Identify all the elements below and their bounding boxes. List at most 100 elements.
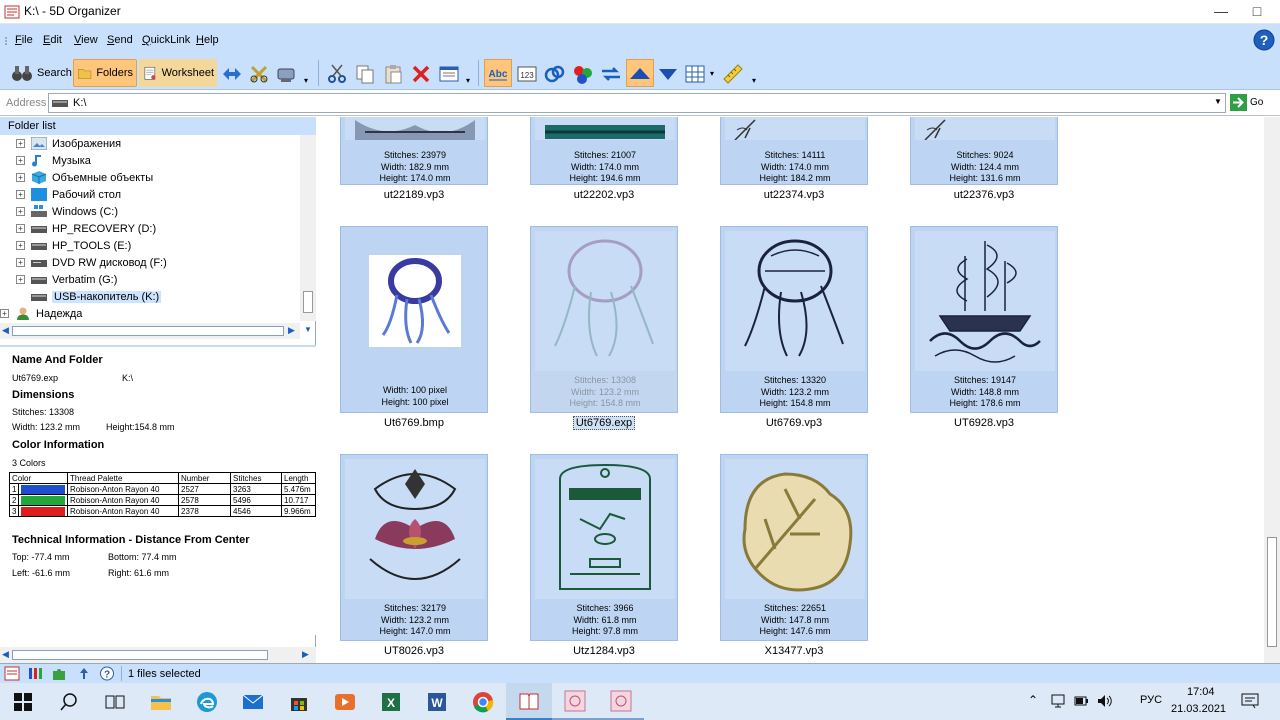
scroll-thumb[interactable] xyxy=(303,291,313,313)
taskbar-app[interactable] xyxy=(184,683,230,720)
file-thumbnail[interactable]: Stitches: 19147 Width: 148.8 mm Height: 17… xyxy=(910,226,1058,413)
file-thumbnail[interactable]: Stitches: 23979 Width: 182.9 mm Height: 17… xyxy=(340,117,488,185)
show-names-button[interactable]: Abc xyxy=(484,59,512,87)
thread-spools-icon[interactable] xyxy=(27,666,43,681)
worksheet-button[interactable]: Worksheet xyxy=(139,59,217,87)
address-dropdown-icon[interactable]: ▼ xyxy=(1214,97,1222,106)
scroll-down-icon[interactable]: ▼ xyxy=(304,325,312,334)
folders-button[interactable]: Folders xyxy=(73,59,137,87)
menu-send[interactable]: Send xyxy=(107,34,133,46)
folder-tree-hscroll[interactable]: ◀ ▶ xyxy=(0,323,300,339)
maximize-button[interactable]: □ xyxy=(1234,0,1280,24)
task-view-button[interactable] xyxy=(92,683,138,720)
triangle-down-icon[interactable] xyxy=(657,63,679,85)
delete-icon[interactable] xyxy=(410,63,432,85)
windows-start-button[interactable] xyxy=(0,683,46,720)
address-input[interactable]: K:\ xyxy=(48,93,1226,113)
notifications-icon[interactable] xyxy=(1241,693,1259,709)
file-thumbnail[interactable]: Stitches: 22651 Width: 147.8 mm Height: 14… xyxy=(720,454,868,641)
tree-item-hp-recovery[interactable]: + HP_RECOVERY (D:) xyxy=(16,220,316,237)
file-name[interactable]: Ut6769.bmp xyxy=(340,417,488,429)
paste-icon[interactable] xyxy=(382,63,404,85)
tree-item-pictures[interactable]: + Изображения xyxy=(16,135,316,152)
tree-item-music[interactable]: + Музыка xyxy=(16,152,316,169)
file-thumbnail[interactable]: Stitches: 14111 Width: 174.0 mm Height: 18… xyxy=(720,117,868,185)
scroll-right-icon[interactable]: ▶ xyxy=(288,325,295,336)
search-button[interactable]: Search xyxy=(8,59,75,87)
taskbar-app[interactable] xyxy=(460,683,506,720)
properties-icon[interactable] xyxy=(438,63,460,85)
main-vscroll[interactable] xyxy=(1264,117,1280,663)
taskbar-app[interactable] xyxy=(276,683,322,720)
info-hscroll[interactable]: ◀ ▶ xyxy=(0,647,316,663)
network-icon[interactable] xyxy=(1050,694,1066,708)
toolbar-overflow-icon[interactable]: ▾ xyxy=(466,76,470,85)
menu-view[interactable]: View xyxy=(74,34,98,46)
taskbar-app[interactable]: W xyxy=(414,683,460,720)
color-row[interactable]: 2 Robison-Anton Rayon 40 2578 5496 10.71… xyxy=(9,494,316,506)
transfer-arrows-icon[interactable] xyxy=(600,63,622,85)
file-name[interactable]: Ut6769.exp xyxy=(530,416,678,430)
file-thumbnail[interactable]: Stitches: 3966 Width: 61.8 mm Height: 97.8… xyxy=(530,454,678,641)
expand-icon[interactable]: + xyxy=(16,139,25,148)
expand-icon[interactable]: + xyxy=(16,190,25,199)
search-button[interactable] xyxy=(46,683,92,720)
tree-item-dvd-rw[interactable]: + DVD RW дисковод (F:) xyxy=(16,254,316,271)
file-name[interactable]: X13477.vp3 xyxy=(720,645,868,657)
file-name[interactable]: UT8026.vp3 xyxy=(340,645,488,657)
toolbar-overflow-icon[interactable]: ▾ xyxy=(304,76,308,85)
tree-item-desktop[interactable]: + Рабочий стол xyxy=(16,186,316,203)
copy-icon[interactable] xyxy=(354,63,376,85)
taskbar-app[interactable] xyxy=(138,683,184,720)
tree-item-hp-tools[interactable]: + HP_TOOLS (E:) xyxy=(16,237,316,254)
color-balls-icon[interactable] xyxy=(572,63,594,85)
expand-icon[interactable]: + xyxy=(16,156,25,165)
hoop-icon[interactable] xyxy=(544,63,566,85)
language-indicator[interactable]: РУС xyxy=(1140,694,1162,706)
file-thumbnail[interactable]: Width: 100 pixel Height: 100 pixel xyxy=(340,226,488,413)
tree-item-user[interactable]: + Надежда xyxy=(0,305,300,322)
file-thumbnail[interactable]: Stitches: 13320 Width: 123.2 mm Height: 15… xyxy=(720,226,868,413)
ruler-icon[interactable] xyxy=(722,63,744,85)
battery-icon[interactable] xyxy=(1074,694,1088,708)
menu-quicklink[interactable]: QuickLink xyxy=(142,34,190,46)
tray-chevron-icon[interactable]: ⌃ xyxy=(1028,693,1038,707)
clock-time[interactable]: 17:04 xyxy=(1187,686,1215,698)
file-name[interactable]: Utz1284.vp3 xyxy=(530,645,678,657)
toolbar-overflow-icon[interactable]: ▾ xyxy=(752,76,756,85)
tree-item-windows-c[interactable]: + Windows (C:) xyxy=(16,203,316,220)
file-name[interactable]: UT6928.vp3 xyxy=(910,417,1058,429)
volume-icon[interactable] xyxy=(1097,694,1113,708)
cut-icon[interactable] xyxy=(326,63,348,85)
go-button[interactable]: Go xyxy=(1230,94,1263,111)
help-small-icon[interactable]: ? xyxy=(99,666,115,681)
view-dropdown-icon[interactable]: ▾ xyxy=(710,69,714,78)
expand-icon[interactable]: + xyxy=(16,207,25,216)
clock-date[interactable]: 21.03.2021 xyxy=(1171,703,1226,715)
file-thumbnail[interactable]: Stitches: 9024 Width: 124.4 mm Height: 131… xyxy=(910,117,1058,185)
file-name[interactable]: ut22374.vp3 xyxy=(720,189,868,201)
menu-edit[interactable]: Edit xyxy=(43,34,62,46)
scroll-thumb[interactable] xyxy=(12,650,268,660)
taskbar-app[interactable] xyxy=(322,683,368,720)
file-thumbnail[interactable]: Stitches: 13308 Width: 123.2 mm Height: 15… xyxy=(530,226,678,413)
expand-icon[interactable]: + xyxy=(0,309,9,318)
file-name[interactable]: ut22189.vp3 xyxy=(340,189,488,201)
expand-icon[interactable]: + xyxy=(16,173,25,182)
file-name[interactable]: Ut6769.vp3 xyxy=(720,417,868,429)
stitch-tool-icon[interactable] xyxy=(248,63,270,85)
folder-tree-vscroll[interactable]: ▼ xyxy=(300,135,316,334)
app-icon[interactable] xyxy=(4,666,20,681)
color-row[interactable]: 3 Robison-Anton Rayon 40 2378 4546 9.966… xyxy=(9,505,316,517)
tree-item-verbatim[interactable]: + Verbatim (G:) xyxy=(16,271,316,288)
help-icon[interactable]: ? xyxy=(1253,29,1275,51)
menu-help[interactable]: Help xyxy=(196,34,219,46)
taskbar-app[interactable]: X xyxy=(368,683,414,720)
scroll-thumb[interactable] xyxy=(1267,537,1277,647)
expand-icon[interactable]: + xyxy=(16,241,25,250)
expand-icon[interactable]: + xyxy=(16,224,25,233)
taskbar-app[interactable] xyxy=(552,683,598,720)
expand-icon[interactable]: + xyxy=(16,258,25,267)
number-grid-icon[interactable]: 123 xyxy=(516,63,538,85)
sort-ascending-button[interactable] xyxy=(626,59,654,87)
